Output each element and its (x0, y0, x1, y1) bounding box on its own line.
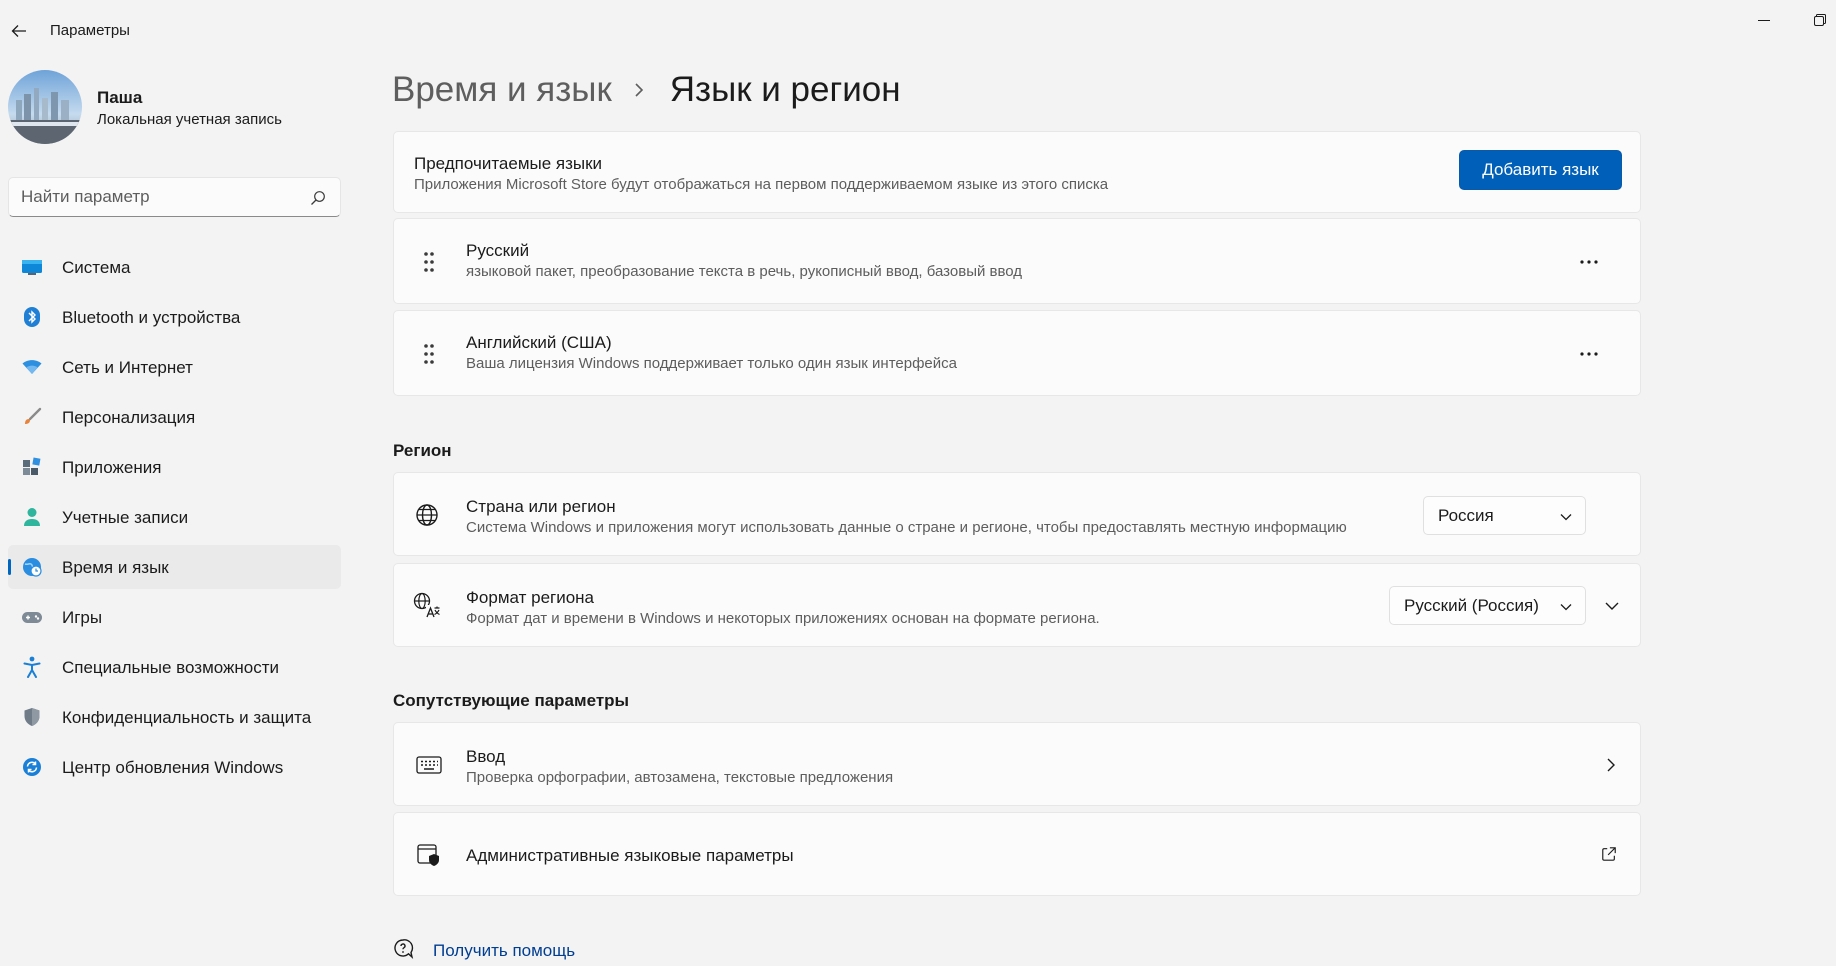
language-details: языковой пакет, преобразование текста в … (466, 263, 1023, 280)
help-icon (394, 939, 414, 960)
sidebar-item-label: Время и язык (62, 558, 169, 577)
expand-chevron-icon[interactable] (1604, 597, 1620, 615)
regional-format-value: Русский (Россия) (1404, 596, 1539, 615)
regional-format-subtitle: Формат дат и времени в Windows и некотор… (466, 610, 1100, 627)
chevron-down-icon (1560, 514, 1572, 521)
sidebar-item-label: Специальные возможности (62, 658, 280, 677)
language-details: Ваша лицензия Windows поддерживает тольк… (466, 355, 957, 372)
minimize-icon (1758, 20, 1770, 21)
user-photo-icon (8, 70, 82, 144)
sidebar-nav: Система Bluetooth и устройства Сеть и Ин… (8, 245, 341, 795)
accessibility-icon (21, 656, 43, 678)
country-region-select[interactable]: Россия (1423, 496, 1586, 535)
restore-button[interactable] (1808, 10, 1832, 30)
get-help-link[interactable]: Получить помощь (433, 941, 575, 961)
sidebar-item-label: Учетные записи (62, 508, 189, 527)
typing-title: Ввод (466, 747, 506, 766)
globe-clock-icon (21, 556, 43, 578)
title-bar: Параметры (0, 0, 1836, 60)
country-region-title: Страна или регион (466, 497, 616, 516)
apps-icon (21, 456, 43, 478)
back-button[interactable] (6, 18, 32, 44)
sidebar-item-label: Персонализация (62, 408, 196, 427)
sidebar-item-gaming[interactable]: Игры (8, 595, 341, 639)
sidebar-item-windows-update[interactable]: Центр обновления Windows (8, 745, 341, 789)
sidebar-item-bluetooth[interactable]: Bluetooth и устройства (8, 295, 341, 339)
search-input[interactable] (21, 186, 301, 208)
person-icon (21, 506, 43, 528)
preferred-languages-subtitle: Приложения Microsoft Store будут отображ… (414, 176, 1109, 193)
sidebar-item-label: Система (62, 258, 131, 277)
language-name: Русский (466, 241, 530, 260)
keyboard-icon (414, 750, 444, 780)
sidebar-item-network[interactable]: Сеть и Интернет (8, 345, 341, 389)
preferred-languages-card: Предпочитаемые языки Приложения Microsof… (393, 131, 1641, 213)
account-type: Локальная учетная запись (97, 111, 282, 128)
shield-icon (21, 706, 43, 728)
back-arrow-icon (11, 25, 26, 37)
sidebar-item-label: Игры (62, 608, 103, 627)
chevron-down-icon (1560, 604, 1572, 611)
drag-handle-icon[interactable] (414, 339, 444, 369)
app-title: Параметры (50, 22, 130, 39)
globe-icon (412, 500, 442, 530)
brush-icon (21, 406, 43, 428)
minimize-button[interactable] (1752, 12, 1776, 30)
language-item-english-us[interactable]: Английский (США) Ваша лицензия Windows п… (393, 310, 1641, 396)
sidebar-item-personalization[interactable]: Персонализация (8, 395, 341, 439)
sidebar-item-time-language[interactable]: Время и язык (8, 545, 341, 589)
region-section-title: Регион (393, 441, 452, 460)
preferred-languages-title: Предпочитаемые языки (414, 154, 603, 173)
related-settings-title: Сопутствующие параметры (393, 691, 630, 710)
system-icon (21, 256, 43, 278)
gamepad-icon (21, 606, 43, 628)
admin-language-settings-card[interactable]: Административные языковые параметры (393, 812, 1641, 896)
country-region-card: Страна или регион Система Windows и прил… (393, 472, 1641, 556)
breadcrumb-parent[interactable]: Время и язык (392, 70, 612, 110)
open-external-icon (1601, 845, 1617, 863)
more-options-icon[interactable] (1574, 339, 1604, 369)
typing-card[interactable]: Ввод Проверка орфографии, автозамена, те… (393, 722, 1641, 806)
user-name: Паша (97, 88, 143, 107)
search-box (8, 177, 341, 217)
regional-format-select[interactable]: Русский (Россия) (1389, 586, 1586, 625)
drag-handle-icon[interactable] (414, 247, 444, 277)
sidebar-item-apps[interactable]: Приложения (8, 445, 341, 489)
chevron-right-icon (634, 80, 648, 100)
language-format-icon (412, 591, 442, 621)
sidebar-item-accessibility[interactable]: Специальные возможности (8, 645, 341, 689)
admin-language-settings-title: Административные языковые параметры (466, 846, 794, 865)
breadcrumb: Время и язык Язык и регион (392, 70, 901, 110)
admin-settings-icon (414, 840, 444, 870)
wifi-icon (21, 356, 43, 378)
sidebar-item-privacy[interactable]: Конфиденциальность и защита (8, 695, 341, 739)
country-region-value: Россия (1438, 506, 1494, 525)
search-icon[interactable] (310, 190, 326, 206)
chevron-right-icon (1603, 756, 1619, 774)
more-options-icon[interactable] (1574, 247, 1604, 277)
language-item-russian[interactable]: Русский языковой пакет, преобразование т… (393, 218, 1641, 304)
regional-format-title: Формат региона (466, 588, 595, 607)
bluetooth-icon (21, 306, 43, 328)
typing-subtitle: Проверка орфографии, автозамена, текстов… (466, 769, 894, 786)
sidebar-item-label: Центр обновления Windows (62, 758, 284, 777)
sidebar-item-label: Приложения (62, 458, 162, 477)
add-language-button[interactable]: Добавить язык (1459, 150, 1622, 190)
sidebar-item-accounts[interactable]: Учетные записи (8, 495, 341, 539)
page-title: Язык и регион (669, 70, 901, 109)
sidebar-item-label: Bluetooth и устройства (62, 308, 241, 327)
language-name: Английский (США) (466, 333, 612, 352)
country-region-subtitle: Система Windows и приложения могут испол… (466, 519, 1347, 536)
regional-format-card[interactable]: Формат региона Формат дат и времени в Wi… (393, 563, 1641, 647)
sidebar-item-label: Сеть и Интернет (62, 358, 193, 377)
sidebar-item-label: Конфиденциальность и защита (62, 708, 312, 727)
update-icon (21, 756, 43, 778)
restore-icon (1814, 14, 1826, 26)
avatar[interactable] (8, 70, 82, 144)
sidebar-item-system[interactable]: Система (8, 245, 341, 289)
